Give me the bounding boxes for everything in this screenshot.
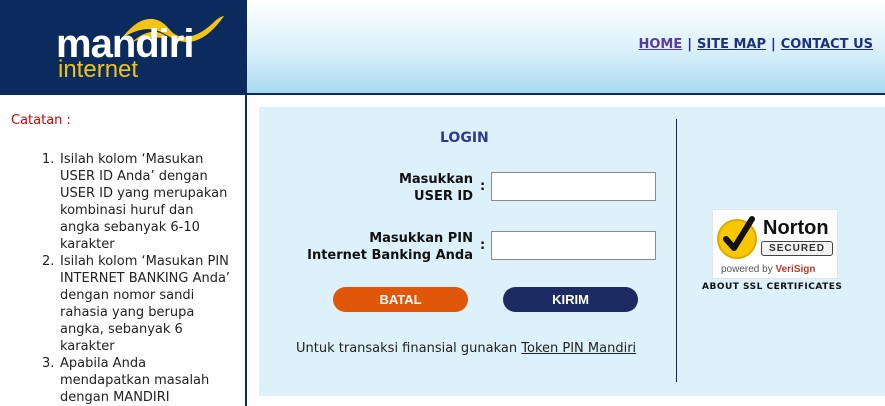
norton-secured-badge: SECURED bbox=[761, 241, 833, 256]
notes-title: Catatan : bbox=[11, 113, 71, 128]
note-number: 1. bbox=[42, 152, 55, 167]
list-item: 2. Isilah kolom ‘Masukan PIN INTERNET BA… bbox=[42, 253, 232, 355]
nav-home-link[interactable]: HOME bbox=[639, 37, 683, 52]
batal-button[interactable]: BATAL bbox=[333, 287, 468, 312]
logo: mandiri internet bbox=[0, 0, 245, 93]
notes-list: 1. Isilah kolom ‘Masukan USER ID Anda’ d… bbox=[42, 151, 232, 406]
pin-colon: : bbox=[480, 238, 486, 253]
kirim-button[interactable]: KIRIM bbox=[503, 287, 638, 312]
note-number: 3. bbox=[42, 356, 55, 371]
userid-label: Masukkan USER ID bbox=[360, 171, 473, 205]
norton-checkmark-icon bbox=[717, 216, 757, 259]
norton-seal[interactable]: Norton SECURED powered by VeriSign bbox=[712, 209, 838, 279]
note-text: Isilah kolom ‘Masukan USER ID Anda’ deng… bbox=[60, 152, 228, 252]
pin-input[interactable] bbox=[491, 231, 656, 260]
userid-label-line2: USER ID bbox=[414, 189, 473, 204]
note-text: Isilah kolom ‘Masukan PIN INTERNET BANKI… bbox=[60, 254, 231, 354]
list-item: 3. Apabila Anda mendapatkan masalah deng… bbox=[42, 355, 232, 406]
nav-contact-link[interactable]: CONTACT US bbox=[781, 37, 873, 52]
sidebar: Catatan : 1. Isilah kolom ‘Masukan USER … bbox=[0, 95, 245, 406]
norton-powered: powered by VeriSign bbox=[721, 264, 816, 275]
header-bar: HOME | SITE MAP | CONTACT US bbox=[247, 0, 885, 93]
userid-colon: : bbox=[480, 179, 486, 194]
nav-separator: | bbox=[687, 37, 692, 52]
userid-label-line1: Masukkan bbox=[398, 172, 473, 187]
nav-separator: | bbox=[771, 37, 776, 52]
norton-word: Norton bbox=[763, 217, 829, 239]
verisign-text: VeriSign bbox=[775, 264, 816, 275]
token-note: Untuk transaksi finansial gunakan Token … bbox=[296, 341, 636, 356]
panel-divider bbox=[676, 119, 677, 382]
pin-label-line2: Internet Banking Anda bbox=[307, 248, 473, 263]
userid-input[interactable] bbox=[491, 172, 656, 201]
top-nav: HOME | SITE MAP | CONTACT US bbox=[639, 37, 874, 52]
token-note-text: Untuk transaksi finansial gunakan bbox=[296, 341, 518, 356]
token-pin-link[interactable]: Token PIN Mandiri bbox=[521, 341, 636, 356]
note-number: 2. bbox=[42, 254, 55, 269]
ssl-certificates-label[interactable]: ABOUT SSL CERTIFICATES bbox=[702, 282, 842, 292]
login-title: LOGIN bbox=[440, 130, 489, 146]
brand-sub: internet bbox=[58, 56, 139, 83]
sidebar-divider bbox=[245, 0, 247, 406]
powered-by-text: powered by bbox=[721, 264, 773, 275]
pin-label: Masukkan PIN Internet Banking Anda bbox=[290, 230, 473, 264]
note-text: Apabila Anda mendapatkan masalah dengan … bbox=[60, 356, 210, 405]
list-item: 1. Isilah kolom ‘Masukan USER ID Anda’ d… bbox=[42, 151, 232, 253]
pin-label-line1: Masukkan PIN bbox=[369, 231, 473, 246]
nav-sitemap-link[interactable]: SITE MAP bbox=[697, 37, 766, 52]
